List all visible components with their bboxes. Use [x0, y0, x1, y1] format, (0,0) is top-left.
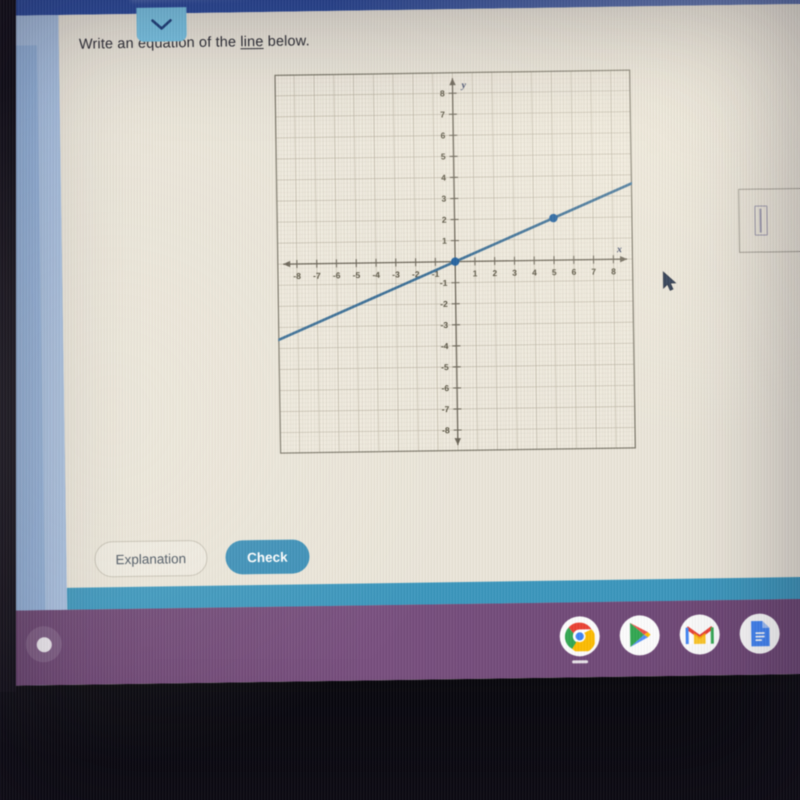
svg-text:-7: -7 [313, 271, 321, 281]
svg-text:5: 5 [552, 267, 557, 277]
svg-text:-3: -3 [392, 269, 400, 279]
graph-svg: -8 -7 -6 -5 -4 -3 -2 -1 1 2 3 4 5 6 7 887654321-1-2-3-4… [274, 69, 636, 454]
play-store-icon[interactable] [619, 615, 661, 656]
dropdown-tab[interactable] [136, 7, 187, 42]
svg-text:3: 3 [512, 268, 517, 278]
photo-bezel-bottom [0, 692, 800, 800]
svg-text:8: 8 [611, 266, 616, 276]
svg-text:-1: -1 [440, 278, 448, 288]
chromeos-shelf [0, 598, 800, 686]
svg-text:6: 6 [440, 130, 445, 140]
svg-text:7: 7 [440, 109, 445, 119]
svg-text:-3: -3 [440, 320, 448, 330]
svg-text:1: 1 [473, 268, 478, 278]
prompt-suffix: below. [263, 33, 310, 50]
svg-text:-6: -6 [333, 270, 341, 280]
prompt-link-line[interactable]: line [240, 34, 263, 50]
header-title-blur [130, 0, 251, 2]
svg-text:-4: -4 [372, 270, 380, 280]
svg-text:-6: -6 [441, 383, 449, 393]
chevron-down-icon [150, 17, 172, 31]
svg-text:x: x [616, 244, 622, 255]
svg-text:y: y [460, 80, 466, 91]
svg-text:-8: -8 [442, 425, 450, 435]
svg-text:2: 2 [492, 268, 497, 278]
explanation-button[interactable]: Explanation [94, 539, 208, 578]
svg-text:3: 3 [441, 194, 446, 204]
action-button-row: Explanation Check [94, 538, 310, 578]
svg-text:-2: -2 [440, 299, 448, 309]
svg-text:-8: -8 [293, 271, 301, 281]
gmail-icon[interactable] [679, 614, 720, 655]
question-prompt: Write an equation of the line below. [79, 33, 310, 52]
launcher-circle-icon [36, 636, 52, 652]
svg-text:1: 1 [442, 236, 447, 246]
svg-text:-7: -7 [442, 404, 450, 414]
chrome-icon[interactable] [559, 616, 601, 664]
photo-bezel-left [0, 0, 16, 800]
coordinate-graph[interactable]: -8 -7 -6 -5 -4 -3 -2 -1 1 2 3 4 5 6 7 8 8 7 6 5 4 3 2 1 -1 -2 -3 -4… [274, 69, 636, 454]
chrome-running-indicator [572, 660, 589, 664]
svg-text:4: 4 [532, 267, 537, 277]
chromebook-screen: Write an equation of the line below. -8 -… [0, 0, 800, 686]
google-docs-icon[interactable] [739, 613, 780, 654]
svg-text:-5: -5 [353, 270, 361, 280]
svg-text:7: 7 [591, 267, 596, 277]
mouse-cursor-icon [662, 271, 678, 298]
photo-of-screen: Write an equation of the line below. -8 -… [0, 0, 800, 800]
svg-text:6: 6 [572, 267, 577, 277]
svg-text:4: 4 [441, 173, 446, 183]
check-button[interactable]: Check [224, 539, 310, 575]
answer-input-box[interactable] [738, 187, 800, 253]
svg-text:-5: -5 [441, 362, 449, 372]
svg-text:2: 2 [442, 215, 447, 225]
svg-text:5: 5 [441, 151, 446, 161]
text-cursor-icon [754, 205, 768, 236]
svg-text:8: 8 [440, 88, 445, 98]
svg-text:-4: -4 [441, 341, 449, 351]
shelf-app-icons [559, 613, 780, 664]
